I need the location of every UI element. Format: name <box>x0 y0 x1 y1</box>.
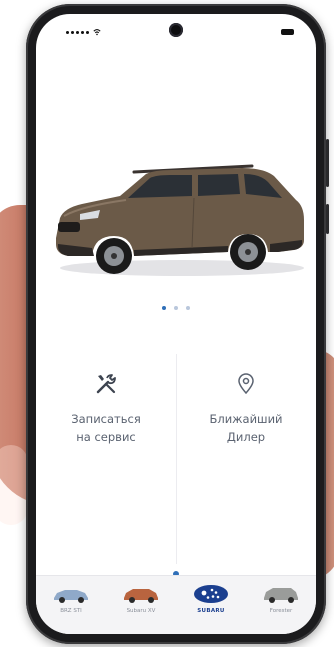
location-pin-icon <box>238 373 254 395</box>
carousel-dot-3[interactable] <box>186 306 190 310</box>
nearest-dealer-button[interactable]: Ближайший Дилер <box>176 372 316 492</box>
nav-item-forester[interactable]: Forester <box>246 576 316 634</box>
finger-highlight <box>0 445 28 525</box>
status-bar <box>36 14 316 48</box>
battery-icon <box>281 29 294 35</box>
book-service-label: Записаться на сервис <box>36 410 176 446</box>
nav-label-brz-sti: BRZ STI <box>60 608 82 614</box>
car-thumbnail-icon <box>264 588 298 603</box>
nav-label-forester: Forester <box>269 608 293 614</box>
car-image <box>56 164 304 276</box>
car-carousel-slide[interactable] <box>36 144 316 284</box>
nearest-dealer-label: Ближайший Дилер <box>176 410 316 446</box>
book-service-label-line1: Записаться <box>71 412 141 426</box>
front-camera <box>169 23 183 37</box>
nav-item-brz-sti[interactable]: BRZ STI <box>36 576 106 634</box>
action-grid: Записаться на сервис Ближайший Дилер <box>36 354 316 574</box>
nearest-dealer-label-line1: Ближайший <box>209 412 283 426</box>
volume-button <box>326 204 329 234</box>
book-service-label-line2: на сервис <box>76 430 136 444</box>
car-thumbnail-icon <box>124 589 158 603</box>
carousel-pagination <box>36 306 316 310</box>
app-screen: Записаться на сервис Ближайший Дилер BRZ… <box>36 14 316 634</box>
nav-item-subaru-xv[interactable]: Subaru XV <box>106 576 176 634</box>
nearest-dealer-label-line2: Дилер <box>226 430 266 444</box>
nav-label-subaru-xv: Subaru XV <box>126 608 156 614</box>
signal-dots-icon <box>66 31 89 34</box>
phone-frame: Записаться на сервис Ближайший Дилер BRZ… <box>26 4 329 644</box>
wifi-icon <box>93 29 101 36</box>
nav-item-subaru-home[interactable]: SUBARU <box>176 576 246 634</box>
carousel-dot-1[interactable] <box>162 306 166 310</box>
nav-label-subaru: SUBARU <box>197 608 225 614</box>
carousel-dot-2[interactable] <box>174 306 178 310</box>
car-thumbnail-icon <box>54 590 88 603</box>
power-button <box>326 139 329 187</box>
bottom-nav: BRZ STI Subaru XV SUBARU Forester <box>36 575 316 634</box>
book-service-button[interactable]: Записаться на сервис <box>36 372 176 492</box>
subaru-logo-icon <box>194 585 228 603</box>
wrench-screwdriver-icon <box>96 374 116 394</box>
